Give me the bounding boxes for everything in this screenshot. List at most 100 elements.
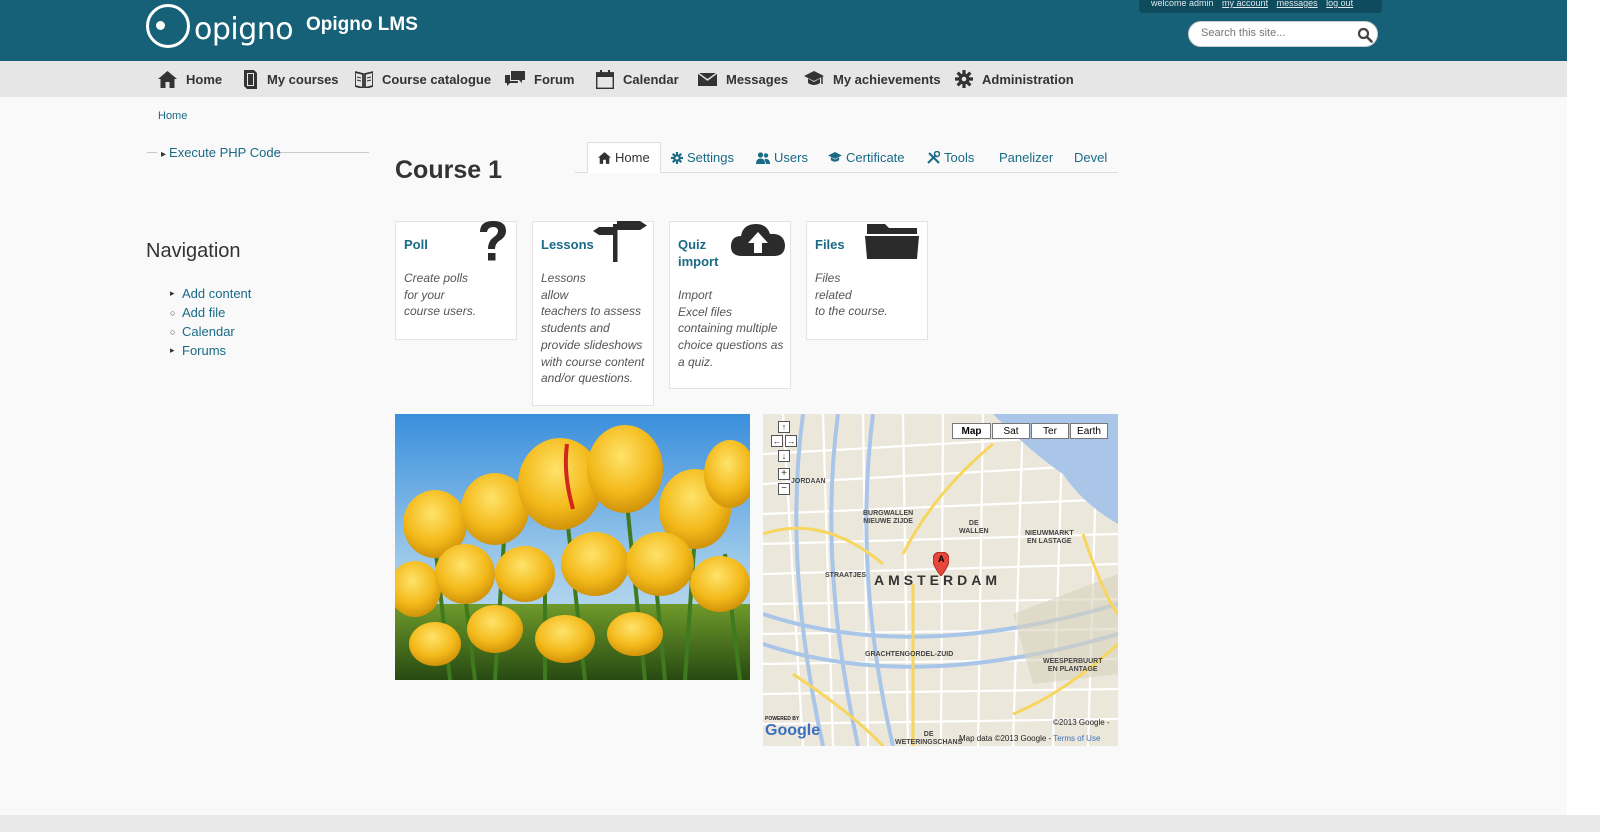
nav-add-content[interactable]: ▸ Add content xyxy=(170,284,251,303)
tab-settings[interactable]: Settings xyxy=(671,142,734,173)
main-navigation: Home My courses Course catalogue Forum C… xyxy=(0,61,1567,97)
home-icon xyxy=(598,151,611,164)
poll-card-title[interactable]: Poll xyxy=(404,236,428,253)
google-logo[interactable]: Google xyxy=(765,722,820,740)
tab-settings-label: Settings xyxy=(687,150,734,165)
navigation-title: Navigation xyxy=(146,240,241,262)
quiz-import-card-title[interactable]: Quiz import xyxy=(678,236,718,270)
breadcrumb-home[interactable]: Home xyxy=(158,110,187,122)
nav-calendar[interactable]: Calendar xyxy=(596,61,679,97)
lessons-card-description: Lessons allow teachers to assess student… xyxy=(541,271,645,386)
user-greeting: welcome admin xyxy=(1151,0,1214,8)
map-label-de-wallen: DE WALLEN xyxy=(959,520,989,535)
search-input[interactable] xyxy=(1201,27,1351,39)
nav-forums-label: Forums xyxy=(182,343,227,358)
users-icon xyxy=(756,151,770,164)
map-label-weesperbuurt: WEESPERBUURT EN PLANTAGE xyxy=(1043,658,1103,673)
page-title: Course 1 xyxy=(395,156,502,184)
search-icon[interactable] xyxy=(1357,27,1373,43)
nav-calendar-label: Calendar xyxy=(623,71,679,87)
nav-my-courses-label: My courses xyxy=(267,71,339,87)
my-account-link[interactable]: my account xyxy=(1222,0,1268,8)
quiz-import-card[interactable]: Quiz import Import Excel files containin… xyxy=(669,221,791,389)
nav-home[interactable]: Home xyxy=(158,61,222,97)
messages-link[interactable]: messages xyxy=(1277,0,1318,8)
tab-users-label: Users xyxy=(774,150,808,165)
nav-messages[interactable]: Messages xyxy=(698,61,788,97)
map-label-burgwallen: BURGWALLEN NIEUWE ZIJDE xyxy=(863,510,914,525)
tab-tools[interactable]: Tools xyxy=(927,142,974,173)
map-label-straatjes: STRAATJES xyxy=(825,572,867,579)
quiz-import-card-description: Import Excel files containing multiple c… xyxy=(678,288,784,369)
book-icon xyxy=(244,69,257,89)
nav-home-label: Home xyxy=(186,71,223,87)
execute-php-link[interactable]: Execute PHP Code xyxy=(161,145,281,160)
tab-devel[interactable]: Devel xyxy=(1074,142,1107,173)
tulips-image xyxy=(395,414,750,680)
nav-forums[interactable]: ▸ Forums xyxy=(170,341,251,360)
tools-icon xyxy=(927,151,940,164)
arrow-bullet-icon: ▸ xyxy=(170,288,175,298)
tab-tools-label: Tools xyxy=(944,150,975,165)
files-card-description: Files related to the course. xyxy=(815,271,888,319)
tab-home[interactable]: Home xyxy=(587,142,661,173)
window-right-margin xyxy=(1567,0,1600,832)
map-label-jordaan: JORDAAN xyxy=(791,478,826,485)
tab-panelizer[interactable]: Panelizer xyxy=(999,142,1053,173)
map-data-text: Map data ©2013 Google - xyxy=(959,734,1052,743)
graduation-cap-icon xyxy=(828,152,842,162)
nav-add-file-label: Add file xyxy=(182,305,226,320)
logo-text[interactable]: opigno xyxy=(194,12,294,47)
nav-administration[interactable]: Administration xyxy=(955,61,1074,97)
window-bottom-margin xyxy=(0,815,1600,832)
lessons-card[interactable]: Lessons Lessons allow teachers to assess… xyxy=(532,221,654,406)
nav-forum[interactable]: Forum xyxy=(505,61,574,97)
map-pan-down-icon[interactable]: ↓ xyxy=(778,450,790,462)
course-tabs: Home Settings Users Certificate Tools Pa… xyxy=(575,142,1118,173)
map-type-earth[interactable]: Earth xyxy=(1070,423,1108,439)
poll-card-description: Create polls for your course users. xyxy=(404,271,477,319)
search-box xyxy=(1188,21,1378,47)
map-data-credit: Map data ©2013 Google - Terms of Use xyxy=(959,734,1100,743)
google-map[interactable]: JORDAAN BURGWALLEN NIEUWE ZIJDE DE WALLE… xyxy=(763,414,1118,746)
nav-calendar-link-label: Calendar xyxy=(182,324,235,339)
lessons-card-title[interactable]: Lessons xyxy=(541,236,594,253)
nav-course-catalogue[interactable]: Course catalogue xyxy=(355,61,491,97)
map-label-nieuwmarkt: NIEUWMARKT EN LASTAGE xyxy=(1025,530,1074,545)
map-copyright: ©2013 Google - xyxy=(1053,718,1110,727)
tab-users[interactable]: Users xyxy=(756,142,808,173)
cloud-upload-icon xyxy=(730,224,785,256)
tab-certificate-label: Certificate xyxy=(846,150,905,165)
nav-add-file[interactable]: ○ Add file xyxy=(170,303,251,322)
map-zoom-out-icon[interactable]: − xyxy=(778,483,790,495)
logout-link[interactable]: log out xyxy=(1326,0,1353,8)
nav-course-catalogue-label: Course catalogue xyxy=(382,71,492,87)
map-type-sat[interactable]: Sat xyxy=(992,423,1030,439)
nav-my-courses[interactable]: My courses xyxy=(243,61,339,97)
map-pan-right-icon[interactable]: → xyxy=(785,435,797,447)
map-pan-left-icon[interactable]: ← xyxy=(771,435,783,447)
circle-bullet-icon: ○ xyxy=(170,307,176,318)
site-name[interactable]: Opigno LMS xyxy=(306,14,418,36)
folder-icon xyxy=(865,224,919,259)
map-terms-link[interactable]: Terms of Use xyxy=(1053,734,1100,743)
logo-icon[interactable] xyxy=(146,4,190,48)
nav-forum-label: Forum xyxy=(534,71,575,87)
nav-my-achievements[interactable]: My achievements xyxy=(804,61,941,97)
divider-line xyxy=(147,152,157,153)
map-zoom-in-icon[interactable]: + xyxy=(778,468,790,480)
arrow-bullet-icon: ▸ xyxy=(170,345,175,355)
map-label-grachtengordel: GRACHTENGORDEL-ZUID xyxy=(865,651,954,658)
nav-messages-label: Messages xyxy=(726,71,789,87)
map-type-ter[interactable]: Ter xyxy=(1031,423,1069,439)
nav-calendar-link[interactable]: ○ Calendar xyxy=(170,322,251,341)
user-bar: welcome admin my account messages log ou… xyxy=(1139,0,1382,13)
gear-icon xyxy=(955,70,973,88)
map-type-map[interactable]: Map xyxy=(952,423,991,439)
files-card-title[interactable]: Files xyxy=(815,236,845,253)
files-card[interactable]: Files Files related to the course. xyxy=(806,221,928,340)
map-pan-up-icon[interactable]: ↑ xyxy=(778,421,790,433)
home-icon xyxy=(158,70,177,88)
poll-card[interactable]: Poll Create polls for your course users. xyxy=(395,221,517,340)
tab-certificate[interactable]: Certificate xyxy=(828,142,905,173)
